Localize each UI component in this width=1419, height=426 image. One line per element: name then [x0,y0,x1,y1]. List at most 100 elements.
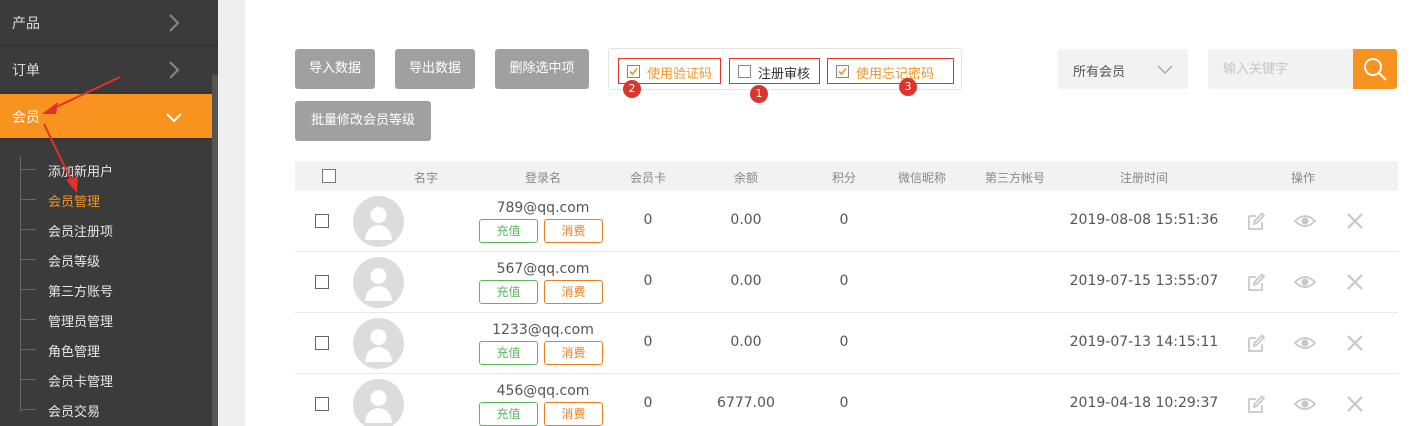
submenu-tick [20,379,36,380]
submenu-item-label: 第三方账号 [48,285,114,300]
edit-icon[interactable] [1245,332,1267,354]
row-checkbox[interactable] [315,336,329,350]
recharge-button[interactable]: 充值 [479,219,538,243]
row-checkbox[interactable] [315,275,329,289]
submenu-tick [20,409,36,410]
option-label: 使用忘记密码 [856,67,935,82]
points-cell: 0 [839,395,849,411]
option-label: 注册审核 [758,67,811,82]
points-cell: 0 [839,334,849,350]
recharge-button[interactable]: 充值 [479,341,538,365]
submenu-tick [20,319,36,320]
login-name: 789@qq.com [496,200,590,216]
login-name: 1233@qq.com [492,322,594,338]
import-data-button[interactable]: 导入数据 [295,49,375,89]
balance-cell: 6777.00 [717,395,775,411]
avatar [353,196,404,247]
member-card-cell: 0 [643,334,653,350]
delete-icon[interactable] [1344,271,1366,293]
registered-time-cell: 2019-04-18 10:29:37 [1069,395,1219,411]
table-row: 789@qq.com 充值 消费 0 0.00 0 2019-08-08 15:… [295,191,1398,252]
registered-time-cell: 2019-07-13 14:15:11 [1069,334,1219,350]
registered-time-cell: 2019-08-08 15:51:36 [1069,212,1219,228]
checkbox-checked[interactable] [836,65,849,78]
table-header: 名字 登录名 会员卡 余额 积分 微信昵称 第三方帐号 注册时间 操作 [295,161,1398,191]
member-filter-select[interactable]: 所有会员 [1058,49,1188,89]
submenu-item-registration-fields[interactable]: 会员注册项 [20,215,200,245]
view-icon[interactable] [1294,332,1316,354]
submenu-item-label: 会员等级 [48,255,101,270]
login-name: 456@qq.com [496,383,590,399]
submenu-item-admin-management[interactable]: 管理员管理 [20,305,200,335]
spend-button[interactable]: 消费 [544,280,603,304]
column-header: 名字 [413,171,439,185]
member-card-cell: 0 [643,212,653,228]
login-name: 567@qq.com [496,261,590,277]
avatar [353,318,404,369]
member-card-cell: 0 [643,273,653,289]
submenu-tick [20,229,36,230]
edit-icon[interactable] [1245,271,1267,293]
annotation-arrows [42,76,121,193]
option-label: 使用验证码 [647,67,713,82]
column-header: 积分 [831,171,857,185]
registered-time-cell: 2019-07-15 13:55:07 [1069,273,1219,289]
select-all-checkbox[interactable] [322,169,336,183]
option-forgot-password[interactable]: 使用忘记密码 [827,58,954,84]
delete-selected-button[interactable]: 删除选中项 [495,49,589,89]
delete-icon[interactable] [1344,393,1366,415]
points-cell: 0 [839,212,849,228]
column-header: 注册时间 [1119,171,1169,185]
row-checkbox[interactable] [315,214,329,228]
submenu-item-label: 会员卡管理 [48,375,114,390]
view-icon[interactable] [1294,271,1316,293]
view-icon[interactable] [1294,210,1316,232]
delete-icon[interactable] [1344,210,1366,232]
submenu-tick [20,349,36,350]
submenu-item-member-transactions[interactable]: 会员交易 [20,395,200,425]
submenu-tick [20,289,36,290]
table-row: 456@qq.com 充值 消费 0 6777.00 0 2019-04-18 … [295,374,1398,426]
column-header: 余额 [733,171,759,185]
annotation-badge: 3 [899,78,917,96]
recharge-button[interactable]: 充值 [479,280,538,304]
edit-icon[interactable] [1245,393,1267,415]
delete-icon[interactable] [1344,332,1366,354]
column-header: 会员卡 [629,171,667,185]
view-icon[interactable] [1294,393,1316,415]
submenu-item-role-management[interactable]: 角色管理 [20,335,200,365]
submenu-item-member-levels[interactable]: 会员等级 [20,245,200,275]
chevron-down-icon [1157,65,1173,75]
member-filter-value: 所有会员 [1073,65,1126,80]
submenu-tick [20,259,36,260]
recharge-button[interactable]: 充值 [479,402,538,426]
row-checkbox[interactable] [315,397,329,411]
annotation-badge: 2 [623,80,641,98]
balance-cell: 0.00 [730,273,762,289]
member-card-cell: 0 [643,395,653,411]
avatar [353,379,404,426]
spend-button[interactable]: 消费 [544,341,603,365]
column-header: 操作 [1290,171,1316,185]
submenu-item-member-card-management[interactable]: 会员卡管理 [20,365,200,395]
spend-button[interactable]: 消费 [544,402,603,426]
balance-cell: 0.00 [730,212,762,228]
submenu-item-label: 会员交易 [48,405,101,420]
column-header: 登录名 [524,171,562,185]
spend-button[interactable]: 消费 [544,219,603,243]
batch-change-level-button[interactable]: 批量修改会员等级 [295,101,431,141]
option-registration-review[interactable]: 注册审核 [729,58,820,84]
export-data-button[interactable]: 导出数据 [395,49,475,89]
balance-cell: 0.00 [730,334,762,350]
table-row: 1233@qq.com 充值 消费 0 0.00 0 2019-07-13 14… [295,313,1398,374]
checkbox-unchecked[interactable] [738,65,751,78]
submenu-item-label: 角色管理 [48,345,101,360]
submenu-item-third-party-accounts[interactable]: 第三方账号 [20,275,200,305]
search-input[interactable] [1208,49,1354,89]
submenu-item-label: 管理员管理 [48,315,114,330]
checkbox-checked[interactable] [627,65,640,78]
submenu-item-label: 会员注册项 [48,225,114,240]
column-header: 微信昵称 [897,171,947,185]
edit-icon[interactable] [1245,210,1267,232]
search-button[interactable] [1353,49,1397,89]
